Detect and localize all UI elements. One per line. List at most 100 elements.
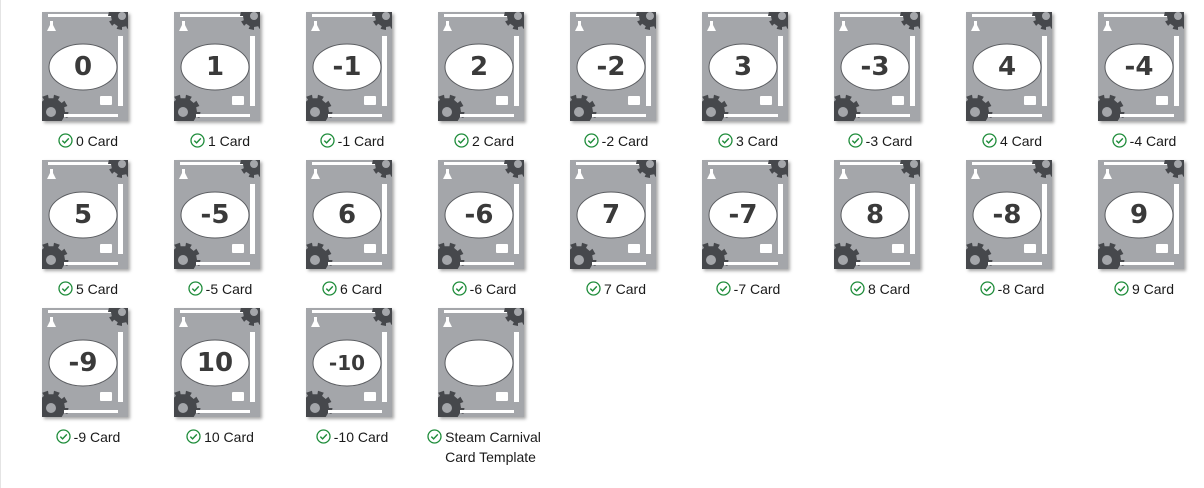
laptop-icon bbox=[364, 96, 376, 105]
card-footer-strip bbox=[196, 410, 250, 413]
file-item[interactable]: 22 Card bbox=[418, 0, 550, 149]
file-item[interactable]: 10 10 Card bbox=[154, 296, 286, 445]
file-item[interactable]: -1 -1 Card bbox=[286, 0, 418, 149]
card-image: -5 bbox=[174, 160, 260, 269]
card-numeral: 10 bbox=[197, 348, 233, 378]
file-item[interactable]: -2 -2 Card bbox=[550, 0, 682, 149]
file-thumbnail: 10 bbox=[174, 308, 260, 417]
card-side-strip bbox=[118, 332, 123, 402]
card-numeral: -9 bbox=[69, 348, 98, 378]
card-side-strip bbox=[646, 36, 651, 106]
gear-hole bbox=[118, 160, 126, 168]
gear-hole bbox=[250, 12, 258, 20]
file-thumbnail: -2 bbox=[570, 12, 656, 121]
file-thumbnail: -1 bbox=[306, 12, 392, 121]
file-thumbnail: -10 bbox=[306, 308, 392, 417]
card-footer-strip bbox=[460, 262, 514, 265]
card-image: -8 bbox=[966, 160, 1052, 269]
gear-hole bbox=[514, 308, 522, 316]
card-footer-strip bbox=[856, 262, 910, 265]
card-footer-strip bbox=[196, 262, 250, 265]
card-footer-strip bbox=[460, 114, 514, 117]
laptop-icon bbox=[232, 96, 244, 105]
gear-hole bbox=[706, 107, 716, 117]
card-oval bbox=[444, 339, 514, 387]
card-numeral: -1 bbox=[333, 52, 362, 82]
file-name: 8 Card bbox=[867, 281, 911, 297]
card-side-strip bbox=[514, 36, 519, 106]
file-thumbnail: -9 bbox=[42, 308, 128, 417]
sync-check-icon bbox=[586, 281, 601, 296]
sync-check-icon bbox=[452, 281, 467, 296]
file-item[interactable]: -7 -7 Card bbox=[682, 148, 814, 299]
laptop-icon bbox=[232, 392, 244, 401]
gear-hole bbox=[310, 255, 320, 265]
file-item[interactable]: -5 -5 Card bbox=[154, 148, 286, 297]
gear-hole bbox=[118, 12, 126, 20]
file-caption: -7 Card bbox=[682, 279, 814, 299]
card-footer-strip bbox=[328, 114, 382, 117]
card-side-strip bbox=[910, 36, 915, 106]
card-image: -9 bbox=[42, 308, 128, 417]
laptop-icon bbox=[1024, 244, 1036, 253]
card-side-strip bbox=[250, 36, 255, 106]
sync-check-icon bbox=[186, 429, 201, 444]
card-numeral: 9 bbox=[1130, 200, 1148, 230]
file-item[interactable]: -8 -8 Card bbox=[946, 148, 1078, 299]
sync-check-icon bbox=[584, 133, 599, 148]
laptop-icon bbox=[496, 244, 508, 253]
file-item[interactable]: 66 Card bbox=[286, 148, 418, 297]
card-numeral: 2 bbox=[470, 52, 488, 82]
card-footer-strip bbox=[1120, 262, 1174, 265]
file-item[interactable]: -4 -4 Card bbox=[1078, 0, 1204, 149]
card-footer-strip bbox=[988, 262, 1042, 265]
file-item[interactable]: 44 Card bbox=[946, 0, 1078, 149]
gear-hole bbox=[46, 403, 56, 413]
card-numeral: 3 bbox=[734, 52, 752, 82]
file-thumbnail: 1 bbox=[174, 12, 260, 121]
file-item[interactable]: -10 -10 Card bbox=[286, 296, 418, 447]
card-footer-strip bbox=[328, 262, 382, 265]
card-numeral: -8 bbox=[993, 200, 1022, 230]
file-item[interactable]: -9 -9 Card bbox=[22, 296, 154, 445]
file-item[interactable]: 8 8 Card bbox=[814, 148, 946, 299]
card-footer-strip bbox=[64, 262, 118, 265]
card-image: -3 bbox=[834, 12, 920, 121]
file-name: Steam Carnival Card Template bbox=[445, 429, 541, 465]
card-image: 4 bbox=[966, 12, 1052, 121]
laptop-icon bbox=[496, 392, 508, 401]
card-side-strip bbox=[646, 184, 651, 254]
file-item[interactable]: 00 Card bbox=[22, 0, 154, 149]
file-item[interactable]: 7 7 Card bbox=[550, 148, 682, 299]
file-caption: 8 Card bbox=[814, 279, 946, 299]
gear-hole bbox=[1174, 12, 1182, 20]
card-side-strip bbox=[250, 332, 255, 402]
file-caption: 9 Card bbox=[1078, 279, 1204, 299]
card-image: 8 bbox=[834, 160, 920, 269]
file-item[interactable]: -6 -6 Card bbox=[418, 148, 550, 297]
file-caption: -8 Card bbox=[946, 279, 1078, 299]
gear-hole bbox=[514, 12, 522, 20]
file-thumbnail: -8 bbox=[966, 160, 1052, 269]
sync-check-icon bbox=[848, 133, 863, 148]
file-item[interactable]: Steam Carnival Card Template bbox=[418, 296, 550, 465]
file-item[interactable]: 33 Card bbox=[682, 0, 814, 149]
sync-check-icon bbox=[58, 133, 73, 148]
card-side-strip bbox=[382, 184, 387, 254]
file-caption: -10 Card bbox=[286, 427, 418, 447]
file-item[interactable]: 9 9 Card bbox=[1078, 148, 1204, 299]
card-footer-strip bbox=[64, 114, 118, 117]
card-image bbox=[438, 308, 524, 417]
file-caption: Steam Carnival Card Template bbox=[418, 427, 550, 467]
card-numeral: -6 bbox=[465, 200, 494, 230]
laptop-icon bbox=[1156, 244, 1168, 253]
file-item[interactable]: 11 Card bbox=[154, 0, 286, 149]
gear-hole bbox=[574, 255, 584, 265]
file-caption: 7 Card bbox=[550, 279, 682, 299]
file-item[interactable]: -3 -3 Card bbox=[814, 0, 946, 149]
card-footer-strip bbox=[1120, 114, 1174, 117]
file-item[interactable]: 55 Card bbox=[22, 148, 154, 297]
file-name: -10 Card bbox=[333, 429, 389, 445]
gear-hole bbox=[910, 160, 918, 168]
card-side-strip bbox=[778, 36, 783, 106]
